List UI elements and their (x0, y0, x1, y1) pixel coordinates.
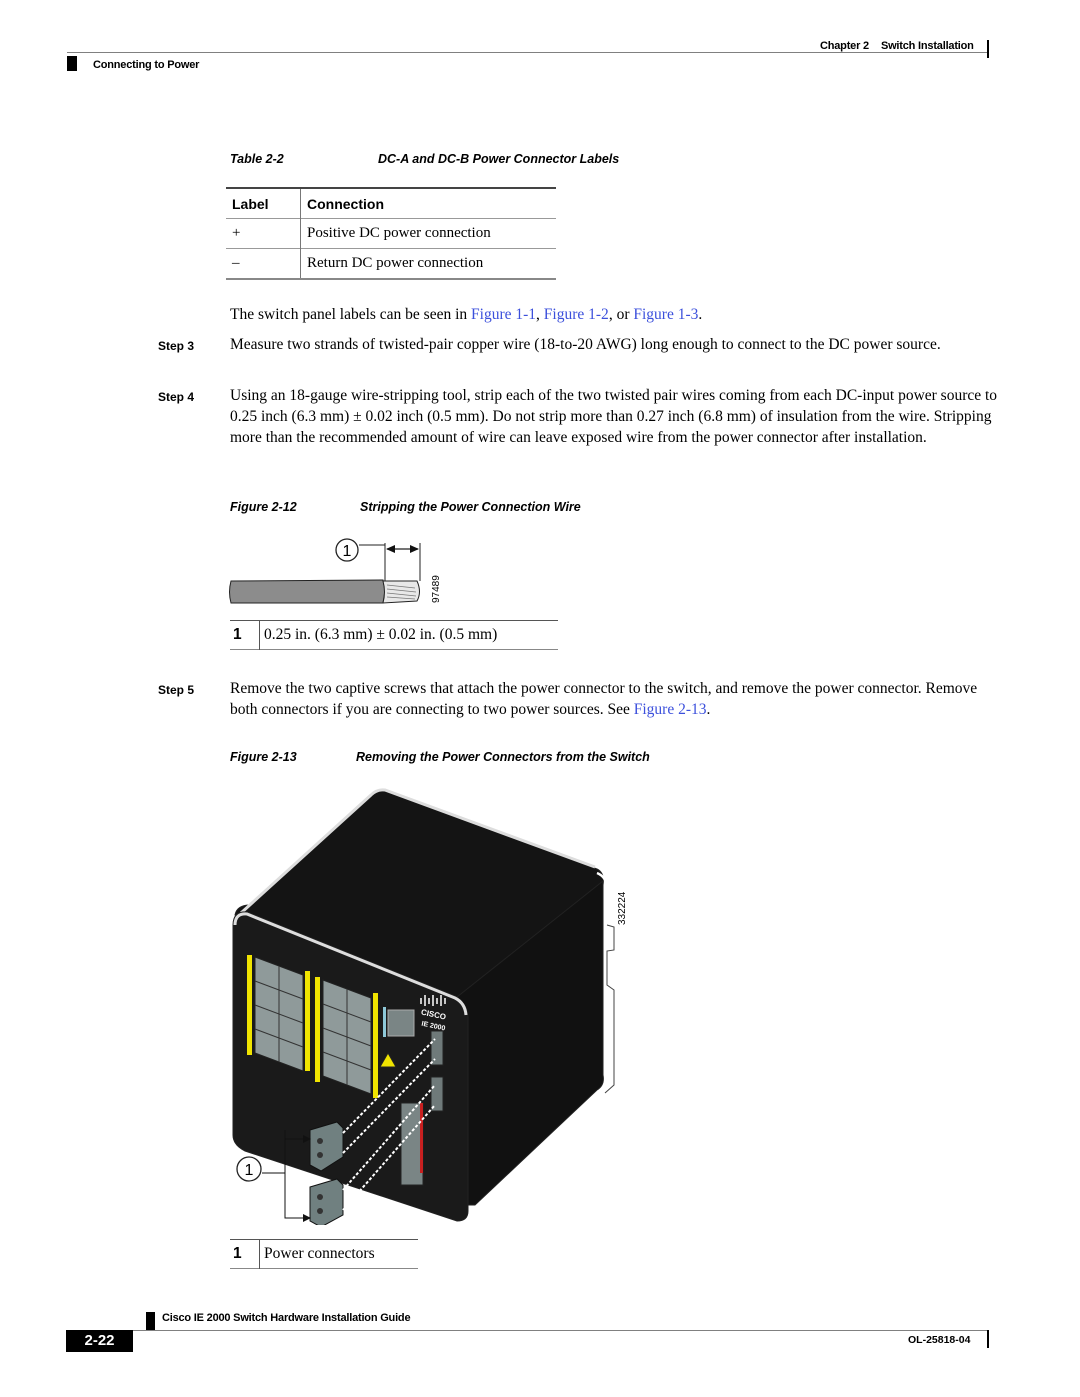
legend-text: 0.25 in. (6.3 mm) ± 0.02 in. (0.5 mm) (264, 626, 498, 643)
console-port (383, 1007, 415, 1037)
figure-12-caption-title: Stripping the Power Connection Wire (360, 500, 581, 514)
figure-13-legend: 1 Power connectors (230, 1239, 418, 1269)
figure-13-caption: Figure 2-13 Removing the Power Connectors… (230, 750, 650, 764)
callout-number: 1 (245, 1162, 254, 1179)
table-row: + Positive DC power connection (226, 218, 556, 249)
footer-bar (987, 1330, 989, 1348)
chapter-label: Chapter 2 (820, 40, 869, 52)
art-id: 97489 (431, 575, 442, 603)
dc-terminal-b (430, 1076, 444, 1112)
step-3-text: Measure two strands of twisted-pair copp… (230, 336, 941, 353)
figure-12-caption: Figure 2-12 Stripping the Power Connectio… (230, 500, 581, 514)
art-id: 332224 (617, 891, 628, 925)
page-number: 2-22 (66, 1330, 133, 1352)
switch-illustration: CISCO IE 2000 1 332224 (232, 788, 628, 1225)
footer-marker (146, 1312, 155, 1330)
paragraph-text: . (706, 701, 711, 718)
legend-number: 1 (230, 1239, 260, 1269)
dimension-marker (359, 543, 421, 581)
table-caption: Table 2-2 DC-A and DC-B Power Connector L… (230, 152, 619, 166)
footer-rule (133, 1330, 988, 1331)
legend-number: 1 (230, 620, 260, 650)
header-chapter: Chapter 2 Switch Installation (820, 40, 974, 52)
header-bar (987, 40, 989, 58)
figure-12-caption-number: Figure 2-12 (230, 500, 297, 514)
section-marker (67, 56, 77, 71)
table-caption-number: Table 2-2 (230, 152, 284, 166)
alarm-connector (400, 1102, 424, 1186)
legend-row: 1 0.25 in. (6.3 mm) ± 0.02 in. (0.5 mm) (230, 620, 558, 650)
paragraph-text: . (698, 306, 703, 323)
figure-12-legend: 1 0.25 in. (6.3 mm) ± 0.02 in. (0.5 mm) (230, 620, 558, 650)
table-header-row: Label Connection (226, 188, 556, 219)
step-3-label: Step 3 (158, 339, 195, 353)
link-figure-1-3[interactable]: Figure 1-3 (633, 306, 698, 323)
step-5-label: Step 5 (158, 683, 195, 697)
column-header-connection: Connection (307, 195, 384, 212)
section-title: Connecting to Power (93, 59, 200, 71)
legend-row: 1 Power connectors (230, 1239, 418, 1269)
paragraph-text: Remove the two captive screws that attac… (230, 680, 978, 718)
wire-insulation (229, 579, 386, 604)
link-figure-2-13[interactable]: Figure 2-13 (634, 701, 707, 718)
cell-label: + (226, 218, 301, 249)
column-header-label: Label (226, 188, 301, 219)
figure-13-caption-title: Removing the Power Connectors from the S… (356, 750, 650, 764)
header-rule (67, 52, 987, 53)
wire-stripping-illustration: 1 97489 (229, 538, 442, 604)
step-5-text: Remove the two captive screws that attac… (230, 678, 1000, 720)
wire-exposed-strands (382, 580, 420, 604)
cell-connection: Positive DC power connection (307, 225, 491, 241)
cell-connection: Return DC power connection (307, 255, 484, 271)
dc-terminal-a (430, 1030, 444, 1066)
footer-guide-title: Cisco IE 2000 Switch Hardware Installati… (162, 1312, 411, 1324)
connector-labels-table: Label Connection + Positive DC power con… (226, 187, 556, 280)
link-figure-1-1[interactable]: Figure 1-1 (471, 306, 536, 323)
callout-1-circle: 1 (236, 1156, 262, 1182)
paragraph-text: , (536, 306, 544, 323)
legend-text: Power connectors (264, 1245, 375, 1262)
step-4-label: Step 4 (158, 390, 195, 404)
paragraph-text: The switch panel labels can be seen in (230, 306, 472, 323)
paragraph-text: , or (608, 306, 634, 323)
table-caption-title: DC-A and DC-B Power Connector Labels (378, 152, 620, 166)
document-number: OL-25818-04 (908, 1334, 971, 1346)
callout-number: 1 (343, 543, 352, 560)
chapter-title: Switch Installation (880, 40, 974, 52)
step-4-text: Using an 18-gauge wire-stripping tool, s… (230, 387, 998, 446)
link-figure-1-2[interactable]: Figure 1-2 (544, 306, 609, 323)
callout-1-circle: 1 (335, 538, 359, 562)
cell-label: – (226, 248, 301, 279)
table-row: – Return DC power connection (226, 248, 556, 279)
figure-13-caption-number: Figure 2-13 (230, 750, 297, 764)
removed-power-connector-2 (309, 1178, 344, 1225)
panel-labels-paragraph: The switch panel labels can be seen in F… (230, 304, 1010, 325)
